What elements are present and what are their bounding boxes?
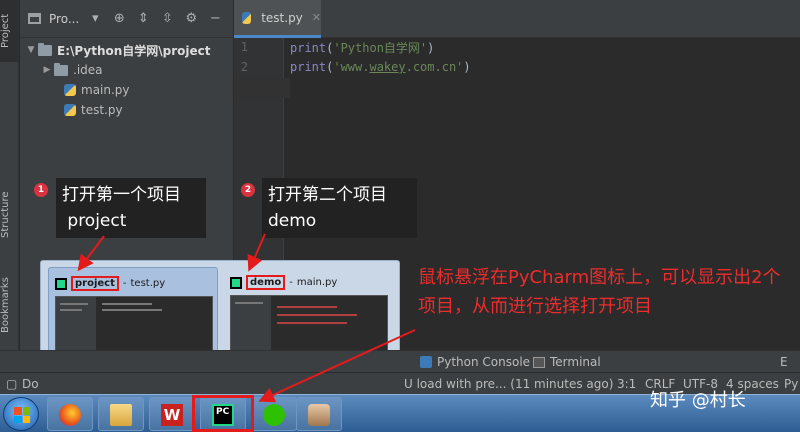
step-badge-2: 2 [241, 183, 255, 197]
tree-item-project-root[interactable]: ▼ E:\Python自学网\project [20, 40, 233, 60]
annotation-line: 打开第一个项目 [62, 185, 181, 205]
highlighted-project-name: demo [246, 275, 286, 290]
taskbar-wechat[interactable] [251, 397, 297, 431]
locate-icon[interactable]: ⊕ [111, 11, 127, 26]
wechat-icon [263, 404, 285, 426]
terminal-label: Terminal [550, 355, 601, 369]
event-log-button[interactable]: E [780, 355, 788, 369]
thumbnail-title: project - test.py [55, 276, 165, 291]
structure-tool-tab[interactable]: Structure [0, 180, 19, 250]
pycharm-icon [230, 276, 242, 289]
line-number: 2 [240, 60, 248, 74]
start-button[interactable] [3, 397, 39, 431]
terminal-button[interactable]: Terminal [533, 355, 601, 369]
status-left-text: Do [22, 377, 39, 391]
close-icon[interactable]: ✕ [312, 11, 321, 24]
annotation-note-2: 打开第二个项目 demo [262, 178, 417, 238]
thumbnail-title: demo - main.py [230, 275, 337, 290]
status-message: U load with pre... (11 minutes ago) [404, 377, 614, 391]
chevron-right-icon[interactable]: ▶ [40, 65, 54, 75]
project-tool-tab[interactable]: Project [0, 0, 19, 62]
event-log-label: E [780, 355, 788, 369]
pycharm-icon [55, 277, 67, 290]
tree-item-label: .idea [73, 63, 103, 77]
watermark: 知乎 @村长 [650, 390, 746, 411]
python-file-icon [64, 84, 76, 96]
python-console-icon [420, 356, 432, 368]
explorer-icon [110, 404, 132, 426]
bookmarks-tool-tab[interactable]: Bookmarks [0, 265, 19, 345]
tab-test-py[interactable]: test.py ✕ [234, 0, 321, 38]
project-folder-icon [28, 13, 41, 24]
status-toggle-icon[interactable]: ▢ [6, 377, 17, 391]
pycharm-icon-highlight [192, 395, 254, 432]
annotation-line: project [62, 211, 127, 231]
code-line-2[interactable]: print('www.wakey.com.cn') [290, 60, 471, 74]
tree-item-label: main.py [81, 83, 130, 97]
tab-label: test.py [261, 10, 303, 25]
line-number: 1 [240, 40, 248, 54]
dropdown-icon[interactable]: ▾ [87, 11, 103, 26]
folder-icon [38, 42, 52, 56]
annotation-line: demo [268, 211, 317, 231]
tree-item-label: E:\Python自学网\project [57, 43, 211, 58]
annotation-note-1: 打开第一个项目 project [56, 178, 206, 238]
tree-item-idea[interactable]: ▶ .idea [20, 60, 233, 80]
wps-icon: W [161, 404, 183, 426]
caret-position[interactable]: 3:1 [617, 377, 636, 391]
python-file-icon [242, 11, 252, 24]
annotation-red-note: 鼠标悬浮在PyCharm图标上，可以显示出2个项目，从而进行选择打开项目 [418, 267, 781, 317]
expand-all-icon[interactable]: ⇕ [135, 11, 151, 26]
python-file-icon [64, 104, 76, 116]
taskbar-avatar-app[interactable] [296, 397, 342, 431]
annotation-line: 打开第二个项目 [268, 185, 387, 205]
python-console-button[interactable]: Python Console [420, 355, 530, 369]
code-line-1[interactable]: print('Python自学网') [290, 39, 434, 56]
python-interpreter[interactable]: Py [784, 377, 798, 391]
tool-window-stripe: Project Structure Bookmarks [0, 0, 19, 372]
thumbnail-file: main.py [296, 277, 338, 288]
editor-tab-bar: test.py ✕ [234, 0, 800, 38]
taskbar-firefox[interactable] [47, 397, 93, 431]
taskbar-wps[interactable]: W [149, 397, 195, 431]
folder-icon [54, 62, 68, 76]
avatar-app-icon [308, 404, 330, 426]
step-badge-1: 1 [34, 183, 48, 197]
tree-item-test-py[interactable]: test.py [20, 100, 233, 120]
tree-item-main-py[interactable]: main.py [20, 80, 233, 100]
thumbnail-file: test.py [130, 278, 166, 289]
project-panel-header: Pro... ▾ ⊕ ⇕ ⇳ ⚙ − [20, 0, 233, 38]
gear-icon[interactable]: ⚙ [183, 11, 199, 26]
project-view-selector[interactable]: Pro... [49, 12, 79, 26]
collapse-all-icon[interactable]: ⇳ [159, 11, 175, 26]
chevron-down-icon[interactable]: ▼ [24, 45, 38, 55]
bottom-tool-bar: Python Console Terminal E [0, 350, 800, 372]
terminal-icon [533, 356, 545, 368]
project-tree: ▼ E:\Python自学网\project ▶ .idea main.py t… [20, 38, 233, 120]
highlighted-project-name: project [71, 276, 119, 291]
tree-item-label: test.py [81, 103, 123, 117]
python-console-label: Python Console [437, 355, 531, 369]
taskbar-explorer[interactable] [98, 397, 144, 431]
windows-logo-icon [14, 407, 30, 423]
firefox-icon [59, 404, 81, 426]
hide-icon[interactable]: − [207, 11, 223, 26]
